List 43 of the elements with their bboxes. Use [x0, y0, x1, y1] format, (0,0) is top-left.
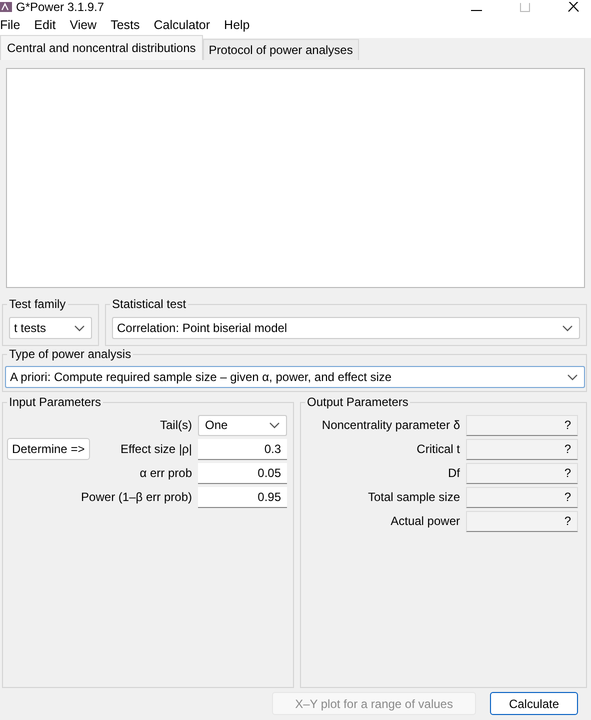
field-label: Total sample size [366, 490, 461, 504]
power-analysis-dropdown[interactable]: A priori: Compute required sample size – given α, power, and effect size [5, 366, 585, 388]
calculate-button[interactable]: Calculate [490, 692, 578, 715]
statistical-test-dropdown[interactable]: Correlation: Point biserial model [112, 317, 580, 339]
field-label: Noncentrality parameter δ [320, 418, 461, 432]
minimize-icon[interactable] [471, 10, 482, 12]
group-label: Test family [7, 297, 68, 311]
output-field: ? [466, 486, 578, 508]
close-icon[interactable] [568, 2, 579, 12]
window-title: G*Power 3.1.9.7 [16, 0, 104, 12]
caret-icon [562, 324, 573, 332]
caret-icon [269, 422, 280, 428]
input-field[interactable]: 0.95 [198, 486, 287, 508]
determine-button[interactable]: Determine => [7, 438, 90, 460]
menu-item[interactable]: File [0, 18, 28, 32]
group-label: Statistical test [110, 297, 188, 311]
output-field: ? [466, 510, 578, 532]
menu-item[interactable]: View [62, 18, 104, 32]
field-label: Effect size |ρ| [119, 442, 193, 456]
input-field[interactable]: 0.3 [198, 438, 287, 460]
input-field[interactable]: 0.05 [198, 462, 287, 484]
test-family-dropdown[interactable]: t tests [9, 317, 92, 339]
field-label: Df [447, 466, 461, 480]
output-field: ? [466, 462, 578, 484]
tails-dropdown[interactable]: One [198, 414, 287, 436]
group-label: Input Parameters [7, 395, 104, 409]
output-field: ? [466, 438, 578, 460]
menu-item[interactable]: Tests [104, 18, 147, 32]
caret-icon [567, 374, 578, 380]
field-label: Tail(s) [159, 418, 193, 432]
field-label: α err prob [138, 466, 193, 480]
menu-item[interactable]: Edit [27, 18, 63, 32]
tab[interactable]: Central and noncentral distributions [0, 35, 203, 60]
group-label: Output Parameters [305, 395, 410, 409]
field-label: Actual power [390, 514, 461, 528]
menu-item[interactable]: Calculator [146, 18, 218, 32]
tab[interactable]: Protocol of power analyses [202, 39, 359, 60]
menu-item[interactable]: Help [217, 18, 257, 32]
caret-icon [74, 324, 85, 332]
field-label: Power (1–β err prob) [80, 490, 193, 504]
group-label: Type of power analysis [7, 347, 134, 361]
output-field: ? [466, 414, 578, 436]
field-label: Critical t [416, 442, 461, 456]
